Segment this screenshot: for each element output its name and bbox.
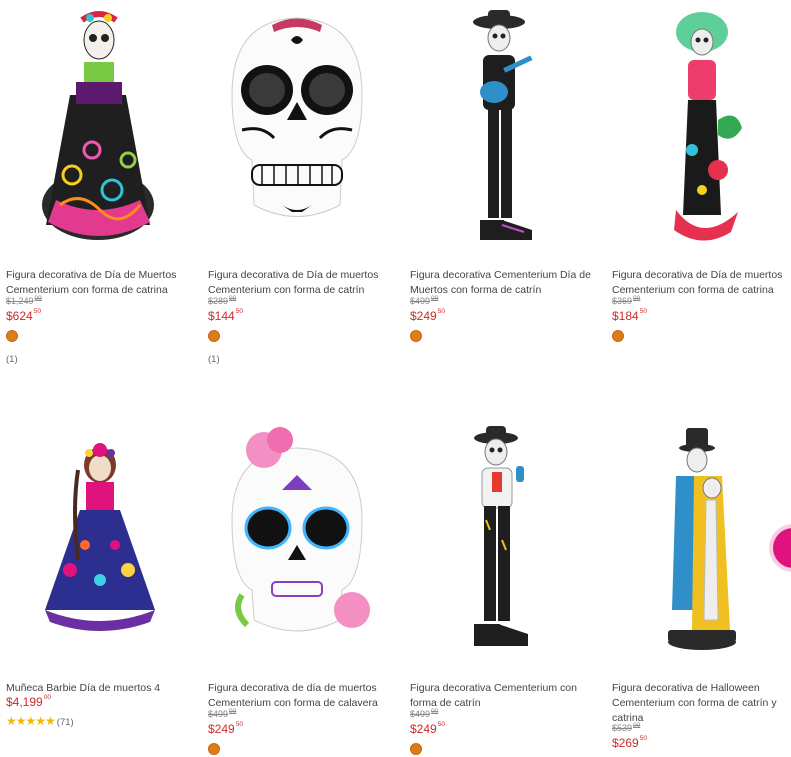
review-count[interactable]: (1) (6, 354, 18, 365)
product-original-price: $53900 (612, 722, 641, 733)
product-card[interactable]: Figura decorativa Cementerium Día de Mue… (404, 0, 594, 380)
product-original-price: $49900 (208, 708, 237, 719)
product-title[interactable]: Figura decorativa de Día de muertos Ceme… (612, 268, 791, 298)
product-card[interactable]: Muñeca Barbie Día de muertos 4 $4,19900 … (0, 410, 190, 757)
product-image[interactable] (606, 410, 791, 660)
product-title[interactable]: Muñeca Barbie Día de muertos 4 (6, 681, 192, 696)
star-rating[interactable]: ★★★★★ (71) (6, 714, 74, 728)
product-original-price: $36900 (612, 295, 641, 306)
product-image[interactable] (202, 0, 392, 250)
color-swatch-orange[interactable] (6, 330, 18, 342)
product-price: $26950 (612, 735, 647, 750)
product-card[interactable]: Figura decorativa de Halloween Cementeri… (606, 410, 791, 757)
color-swatch-orange[interactable] (410, 743, 422, 755)
product-title[interactable]: Figura decorativa de Día de muertos Ceme… (208, 268, 394, 298)
product-card[interactable]: Figura decorativa de Día de muertos Ceme… (606, 0, 791, 380)
product-grid: Figura decorativa de Día de Muertos Ceme… (0, 0, 791, 757)
product-original-price: $1,24900 (6, 295, 42, 306)
product-price: $24950 (208, 721, 243, 736)
product-price: $4,19900 (6, 694, 51, 709)
color-swatch-orange[interactable] (410, 330, 422, 342)
product-card[interactable]: Figura decorativa de Día de Muertos Ceme… (0, 0, 190, 380)
review-count[interactable]: (1) (208, 354, 220, 365)
product-title[interactable]: Figura decorativa Cementerium con forma … (410, 681, 596, 711)
product-image[interactable] (404, 410, 594, 660)
product-price: $14450 (208, 308, 243, 323)
product-original-price: $28900 (208, 295, 237, 306)
product-image[interactable] (606, 0, 791, 250)
product-title[interactable]: Figura decorativa de día de muertos Ceme… (208, 681, 394, 711)
color-swatch-orange[interactable] (208, 330, 220, 342)
product-title[interactable]: Figura decorativa de Halloween Cementeri… (612, 681, 791, 726)
product-price: $18450 (612, 308, 647, 323)
product-image[interactable] (0, 0, 190, 250)
product-image[interactable] (0, 410, 190, 660)
product-price: $62450 (6, 308, 41, 323)
product-image[interactable] (202, 410, 392, 660)
product-title[interactable]: Figura decorativa Cementerium Día de Mue… (410, 268, 596, 298)
color-swatch-orange[interactable] (612, 330, 624, 342)
product-price: $24950 (410, 721, 445, 736)
product-price: $24950 (410, 308, 445, 323)
color-swatch-orange[interactable] (208, 743, 220, 755)
product-card[interactable]: Figura decorativa Cementerium con forma … (404, 410, 594, 757)
product-image[interactable] (404, 0, 594, 250)
product-original-price: $49900 (410, 295, 439, 306)
product-card[interactable]: Figura decorativa de Día de muertos Ceme… (202, 0, 392, 380)
product-card[interactable]: Figura decorativa de día de muertos Ceme… (202, 410, 392, 757)
product-original-price: $49900 (410, 708, 439, 719)
product-title[interactable]: Figura decorativa de Día de Muertos Ceme… (6, 268, 192, 298)
